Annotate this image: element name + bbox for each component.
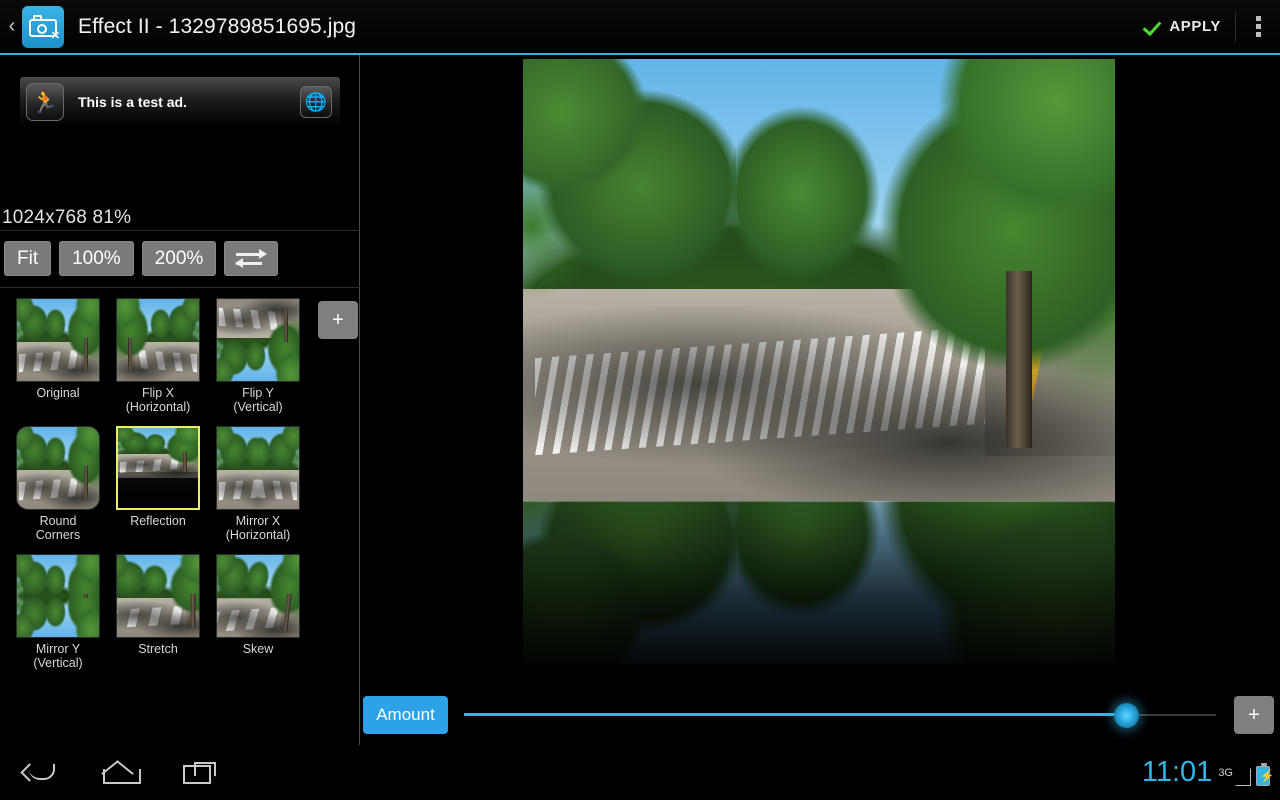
recents-icon[interactable] (160, 745, 240, 800)
ad-banner-text: This is a test ad. (78, 94, 187, 110)
apply-button[interactable]: APPLY (1132, 0, 1235, 53)
effect-thumbnail (216, 554, 300, 638)
reflection-gradient-overlay (523, 501, 1115, 664)
signal-triangle-icon: 3G (1218, 768, 1250, 800)
effect-item-label: Mirror X (Horizontal) (226, 514, 291, 542)
effect-item-flip-x[interactable]: Flip X (Horizontal) (108, 298, 208, 414)
zoom-fit-button[interactable]: Fit (4, 241, 51, 276)
network-type-label: 3G (1218, 768, 1233, 778)
ad-banner[interactable]: 🏃 This is a test ad. 🌐 (20, 77, 340, 127)
effect-thumbnail (216, 426, 300, 510)
preview-image[interactable] (523, 59, 1115, 664)
amount-slider-row: Amount + (361, 685, 1280, 745)
image-resolution-label: 1024x768 81% (2, 207, 131, 229)
effect-item-flip-y[interactable]: Flip Y (Vertical) (208, 298, 308, 414)
effect-item-skew[interactable]: Skew (208, 554, 308, 670)
zoom-200-button[interactable]: 200% (142, 241, 217, 276)
effect-item-label: Reflection (130, 514, 186, 528)
effect-item-mirror-x[interactable]: Mirror X (Horizontal) (208, 426, 308, 542)
apply-button-label: APPLY (1169, 18, 1221, 35)
effect-thumbnail (116, 298, 200, 382)
action-bar-actions: APPLY (1132, 0, 1280, 53)
effect-item-original[interactable]: Original (8, 298, 108, 414)
home-icon[interactable] (80, 745, 160, 800)
amount-label-button[interactable]: Amount (363, 696, 448, 734)
running-man-icon: 🏃 (26, 83, 64, 121)
panel-divider-bottom (0, 287, 360, 288)
system-navigation-bar: 11:01 3G ⚡ (0, 745, 1280, 800)
add-effect-button[interactable]: + (318, 301, 358, 339)
effects-grid: Original Flip X (Horizontal) Flip Y (Verti… (8, 298, 298, 682)
effects-panel: 🏃 This is a test ad. 🌐 1024x768 81% Fit … (0, 55, 360, 745)
add-parameter-button[interactable]: + (1234, 696, 1274, 734)
slider-fill (464, 713, 1126, 716)
effect-item-label: Mirror Y (Vertical) (33, 642, 82, 670)
globe-icon[interactable]: 🌐 (300, 86, 332, 118)
zoom-100-button[interactable]: 100% (59, 241, 134, 276)
effect-item-label: Round Corners (36, 514, 80, 542)
check-icon (1142, 17, 1161, 36)
amount-slider[interactable] (464, 696, 1216, 734)
slider-thumb[interactable] (1114, 703, 1139, 728)
effect-thumbnail (16, 554, 100, 638)
effect-item-label: Flip X (Horizontal) (126, 386, 191, 414)
app-root: ‹ ✕ Effect II - 1329789851695.jpg APPLY … (0, 0, 1280, 800)
up-navigation-icon[interactable]: ‹ (2, 0, 22, 53)
effect-item-stretch[interactable]: Stretch (108, 554, 208, 670)
swap-arrows-icon[interactable] (224, 241, 278, 276)
back-icon[interactable] (0, 745, 80, 800)
effect-thumbnail (116, 426, 200, 510)
battery-charging-icon: ⚡ (1256, 766, 1270, 786)
effect-thumbnail (216, 298, 300, 382)
preview-image-original (523, 59, 1115, 501)
camera-effects-icon: ✕ (22, 6, 64, 48)
status-icons: 11:01 3G ⚡ (1142, 745, 1280, 800)
effect-thumbnail (16, 426, 100, 510)
reflection-seam-line (523, 501, 1115, 502)
zoom-controls: Fit 100% 200% (4, 241, 278, 276)
status-clock: 11:01 (1142, 745, 1212, 800)
panel-divider-top (0, 230, 360, 231)
effect-thumbnail (16, 298, 100, 382)
page-title: Effect II - 1329789851695.jpg (78, 15, 356, 39)
effect-item-reflection[interactable]: Reflection (108, 426, 208, 542)
effect-thumbnail (116, 554, 200, 638)
effect-item-label: Skew (243, 642, 274, 656)
overflow-menu-icon[interactable] (1236, 0, 1280, 53)
effect-item-label: Stretch (138, 642, 178, 656)
effect-item-mirror-y[interactable]: Mirror Y (Vertical) (8, 554, 108, 670)
action-bar: ‹ ✕ Effect II - 1329789851695.jpg APPLY (0, 0, 1280, 53)
effect-item-round-corners[interactable]: Round Corners (8, 426, 108, 542)
effect-item-label: Original (36, 386, 79, 400)
effect-item-label: Flip Y (Vertical) (233, 386, 282, 414)
image-preview-area[interactable] (361, 55, 1280, 745)
